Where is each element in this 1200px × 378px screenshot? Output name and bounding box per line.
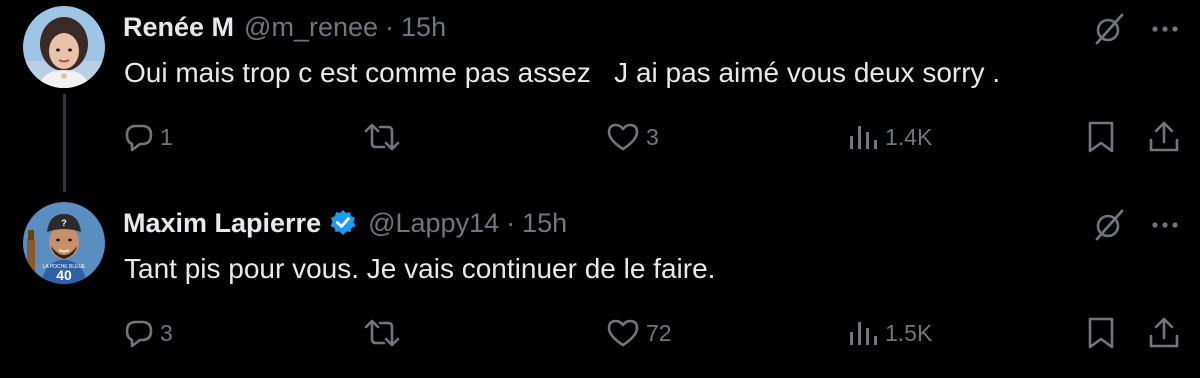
more-options-button[interactable]	[1146, 10, 1184, 48]
repost-button[interactable]	[362, 314, 408, 352]
reply-count: 3	[160, 319, 173, 346]
tweet[interactable]: Renée M @m_renee · 15h Oui mais trop c e…	[0, 0, 1200, 182]
verified-badge-icon	[328, 208, 358, 238]
share-button[interactable]	[1147, 314, 1181, 352]
views-count: 1.5K	[885, 319, 933, 346]
like-button[interactable]: 72	[606, 314, 672, 352]
more-icon	[1152, 26, 1178, 32]
bookmark-icon	[1088, 121, 1114, 153]
timestamp[interactable]: 15h	[401, 12, 446, 43]
repost-button[interactable]	[362, 118, 408, 156]
user-handle[interactable]: @m_renee	[244, 12, 378, 43]
share-button[interactable]	[1147, 118, 1181, 156]
like-count: 3	[646, 123, 659, 150]
views-button[interactable]: 1.4K	[847, 118, 932, 156]
heart-icon	[607, 123, 639, 151]
grok-button[interactable]	[1090, 206, 1128, 244]
tweet-text: Oui mais trop c est comme pas assez J ai…	[124, 57, 1001, 88]
views-icon	[850, 322, 877, 345]
display-name[interactable]: Renée M	[123, 12, 234, 43]
repost-icon	[364, 319, 400, 347]
avatar[interactable]	[23, 6, 105, 88]
views-count: 1.4K	[885, 123, 933, 150]
reply-button[interactable]: 3	[124, 314, 173, 352]
reply-count: 1	[160, 123, 173, 150]
reply-button[interactable]: 1	[124, 118, 173, 156]
tweet-header: Renée M @m_renee · 15h	[123, 8, 446, 46]
tweet-text: Tant pis pour vous. Je vais continuer de…	[124, 253, 716, 284]
views-button[interactable]: 1.5K	[847, 314, 932, 352]
bookmark-icon	[1088, 317, 1114, 349]
separator-dot: ·	[385, 11, 395, 42]
share-icon	[1149, 121, 1179, 152]
user-handle[interactable]: @Lappy14	[368, 208, 499, 239]
reply-icon	[125, 124, 153, 152]
display-name[interactable]: Maxim Lapierre	[123, 208, 321, 239]
avatar-hat-mark: ?	[61, 218, 67, 228]
like-count: 72	[646, 319, 672, 346]
timestamp[interactable]: 15h	[522, 208, 567, 239]
bookmark-button[interactable]	[1085, 314, 1117, 352]
separator-dot: ·	[506, 207, 516, 238]
tweet-header: Maxim Lapierre @Lappy14 · 15h	[123, 204, 567, 242]
grok-button[interactable]	[1090, 10, 1128, 48]
more-options-button[interactable]	[1146, 206, 1184, 244]
bookmark-button[interactable]	[1085, 118, 1117, 156]
repost-icon	[364, 123, 400, 151]
avatar[interactable]: 40 LA POCHE BLEUE ?	[23, 202, 105, 284]
grok-icon	[1095, 13, 1124, 45]
reply-icon	[125, 320, 153, 348]
grok-icon	[1095, 209, 1124, 241]
avatar-shirt-text: LA POCHE BLEUE	[43, 264, 86, 270]
like-button[interactable]: 3	[606, 118, 659, 156]
views-icon	[850, 126, 877, 149]
heart-icon	[607, 319, 639, 347]
more-icon	[1152, 222, 1178, 228]
share-icon	[1149, 317, 1179, 348]
tweet[interactable]: 40 LA POCHE BLEUE ? Maxim Lapierre @Lapp…	[0, 196, 1200, 378]
